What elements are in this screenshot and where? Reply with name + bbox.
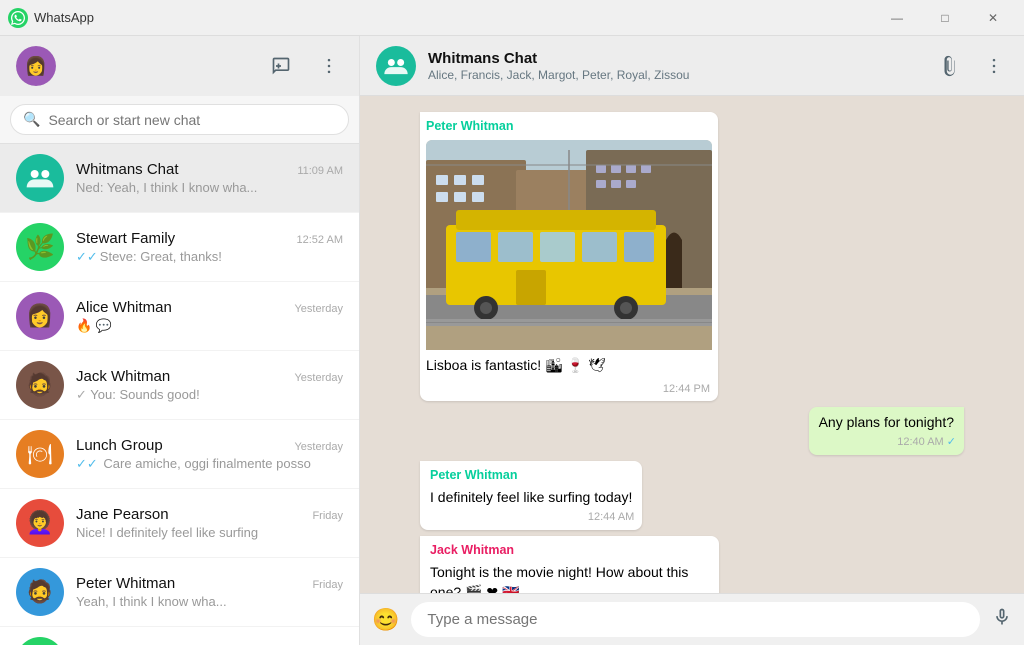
- chat-avatar-stewart: 🌿: [16, 223, 64, 271]
- more-options-button[interactable]: [980, 52, 1008, 80]
- message-text-surfing: I definitely feel like surfing today!: [430, 489, 632, 505]
- chat-preview-stewart: ✓✓Steve: Great, thanks!: [76, 249, 343, 265]
- chat-time-whitmans: 11:09 AM: [297, 165, 343, 177]
- chat-preview-alice: 🔥 💬: [76, 318, 343, 334]
- chat-info-jack: Jack Whitman Yesterday ✓ You: Sounds goo…: [76, 368, 343, 403]
- message-text-movie: Tonight is the movie night! How about th…: [430, 564, 688, 593]
- emoji-button[interactable]: 😊: [372, 607, 399, 633]
- chat-avatar-lunch: 🍽: [16, 430, 64, 478]
- user-avatar[interactable]: 👩: [16, 46, 56, 86]
- chat-info-peter: Peter Whitman Friday Yeah, I think I kno…: [76, 575, 343, 609]
- chat-preview-jack: ✓ You: Sounds good!: [76, 387, 343, 403]
- chat-info-stewart: Stewart Family 12:52 AM ✓✓Steve: Great, …: [76, 230, 343, 265]
- chat-time-jack: Yesterday: [294, 372, 343, 384]
- chat-name-jane: Jane Pearson: [76, 506, 169, 523]
- right-chat-avatar[interactable]: [376, 46, 416, 86]
- chat-preview-whitmans: Ned: Yeah, I think I know wha...: [76, 180, 343, 195]
- chat-item-peter[interactable]: 🧔 Peter Whitman Friday Yeah, I think I k…: [0, 558, 359, 627]
- chat-name-whitmans: Whitmans Chat: [76, 161, 179, 178]
- search-icon: 🔍: [23, 111, 40, 128]
- maximize-button[interactable]: □: [922, 3, 968, 33]
- chat-item-whitmans[interactable]: Whitmans Chat 11:09 AM Ned: Yeah, I thin…: [0, 144, 359, 213]
- attach-button[interactable]: [936, 52, 964, 80]
- message-outgoing-plans: Any plans for tonight? 12:40 AM ✓: [809, 407, 964, 455]
- chat-time-jane: Friday: [312, 510, 343, 522]
- right-panel: Whitmans Chat Alice, Francis, Jack, Marg…: [360, 36, 1024, 645]
- chat-list: Whitmans Chat 11:09 AM Ned: Yeah, I thin…: [0, 144, 359, 645]
- chat-info-jane: Jane Pearson Friday Nice! I definitely f…: [76, 506, 343, 540]
- chat-info-whitmans: Whitmans Chat 11:09 AM Ned: Yeah, I thin…: [76, 161, 343, 195]
- app-title: WhatsApp: [34, 10, 94, 25]
- chat-preview-peter: Yeah, I think I know wha...: [76, 594, 343, 609]
- titlebar: WhatsApp — □ ✕: [0, 0, 1024, 36]
- sender-name-jack: Jack Whitman: [430, 542, 709, 560]
- chat-info-lunch: Lunch Group Yesterday ✓✓ Care amiche, og…: [76, 437, 343, 472]
- chat-item-jack[interactable]: 🧔 Jack Whitman Yesterday ✓ You: Sounds g…: [0, 351, 359, 420]
- avatar-placeholder: 👩: [16, 46, 56, 86]
- sender-name-peter: Peter Whitman: [426, 118, 712, 136]
- whatsapp-logo-icon: [8, 8, 28, 28]
- chat-name-stewart: Stewart Family: [76, 230, 175, 247]
- message-jack-movie: Jack Whitman Tonight is the movie night!…: [420, 536, 719, 593]
- search-inner: 🔍: [10, 104, 349, 135]
- message-time-peter-image: 12:44 PM: [663, 382, 710, 397]
- chat-item-jane[interactable]: 👩‍🦱 Jane Pearson Friday Nice! I definite…: [0, 489, 359, 558]
- chat-name-lunch: Lunch Group: [76, 437, 163, 454]
- chat-avatar-alice: 👩: [16, 292, 64, 340]
- search-bar: 🔍: [0, 96, 359, 144]
- message-text-peter-image: Lisboa is fantastic! 🏙 🍷 🕊: [426, 357, 606, 373]
- right-header: Whitmans Chat Alice, Francis, Jack, Marg…: [360, 36, 1024, 96]
- chat-preview-jane: Nice! I definitely feel like surfing: [76, 525, 343, 540]
- chat-name-alice: Alice Whitman: [76, 299, 172, 316]
- chat-item-lunch[interactable]: 🍽 Lunch Group Yesterday ✓✓ Care amiche, …: [0, 420, 359, 489]
- left-header: 👩: [0, 36, 359, 96]
- chat-avatar-jane: 👩‍🦱: [16, 499, 64, 547]
- chat-time-peter: Friday: [312, 579, 343, 591]
- minimize-button[interactable]: —: [874, 3, 920, 33]
- close-button[interactable]: ✕: [970, 3, 1016, 33]
- message-peter-surfing: Peter Whitman I definitely feel like sur…: [420, 461, 642, 530]
- sender-name-peter2: Peter Whitman: [430, 467, 632, 485]
- right-chat-members: Alice, Francis, Jack, Margot, Peter, Roy…: [428, 68, 924, 82]
- chat-time-stewart: 12:52 AM: [297, 234, 343, 246]
- new-chat-button[interactable]: [267, 52, 295, 80]
- message-input[interactable]: [411, 602, 980, 637]
- menu-button[interactable]: [315, 52, 343, 80]
- chat-avatar-jack: 🧔: [16, 361, 64, 409]
- left-panel: 👩 🔍: [0, 36, 360, 645]
- chat-preview-lunch: ✓✓ Care amiche, oggi finalmente posso: [76, 456, 343, 472]
- chat-item-stewart[interactable]: 🌿 Stewart Family 12:52 AM ✓✓Steve: Great…: [0, 213, 359, 282]
- message-time-plans: 12:40 AM ✓: [897, 435, 956, 450]
- chat-name-jack: Jack Whitman: [76, 368, 170, 385]
- whatsapp-icon-svg: [11, 11, 25, 25]
- chat-avatar-whitmans: [16, 154, 64, 202]
- message-time-surfing: 12:44 AM: [588, 510, 634, 525]
- chat-info-alice: Alice Whitman Yesterday 🔥 💬: [76, 299, 343, 334]
- messages-area: Peter Whitman: [360, 96, 1024, 593]
- tram-svg: [426, 140, 712, 350]
- input-bar: 😊: [360, 593, 1024, 645]
- search-input[interactable]: [48, 112, 336, 128]
- right-header-icons: [936, 52, 1008, 80]
- chat-item-alice[interactable]: 👩 Alice Whitman Yesterday 🔥 💬: [0, 282, 359, 351]
- tram-image: [426, 140, 712, 350]
- message-peter-image: Peter Whitman: [420, 112, 718, 401]
- right-chat-info[interactable]: Whitmans Chat Alice, Francis, Jack, Marg…: [428, 50, 924, 82]
- chat-avatar-peter: 🧔: [16, 568, 64, 616]
- titlebar-left: WhatsApp: [8, 8, 94, 28]
- chat-item-stewart2[interactable]: 🌿 Stewart Family Friday Steve: Great, th…: [0, 627, 359, 645]
- message-text-plans: Any plans for tonight?: [819, 414, 954, 430]
- chat-time-lunch: Yesterday: [294, 441, 343, 453]
- mic-button[interactable]: [992, 607, 1012, 633]
- right-chat-name: Whitmans Chat: [428, 50, 924, 67]
- main-layout: 👩 🔍: [0, 36, 1024, 645]
- header-icons: [267, 52, 343, 80]
- chat-avatar-stewart2: 🌿: [16, 637, 64, 645]
- chat-name-peter: Peter Whitman: [76, 575, 175, 592]
- window-controls: — □ ✕: [874, 3, 1016, 33]
- chat-time-alice: Yesterday: [294, 303, 343, 315]
